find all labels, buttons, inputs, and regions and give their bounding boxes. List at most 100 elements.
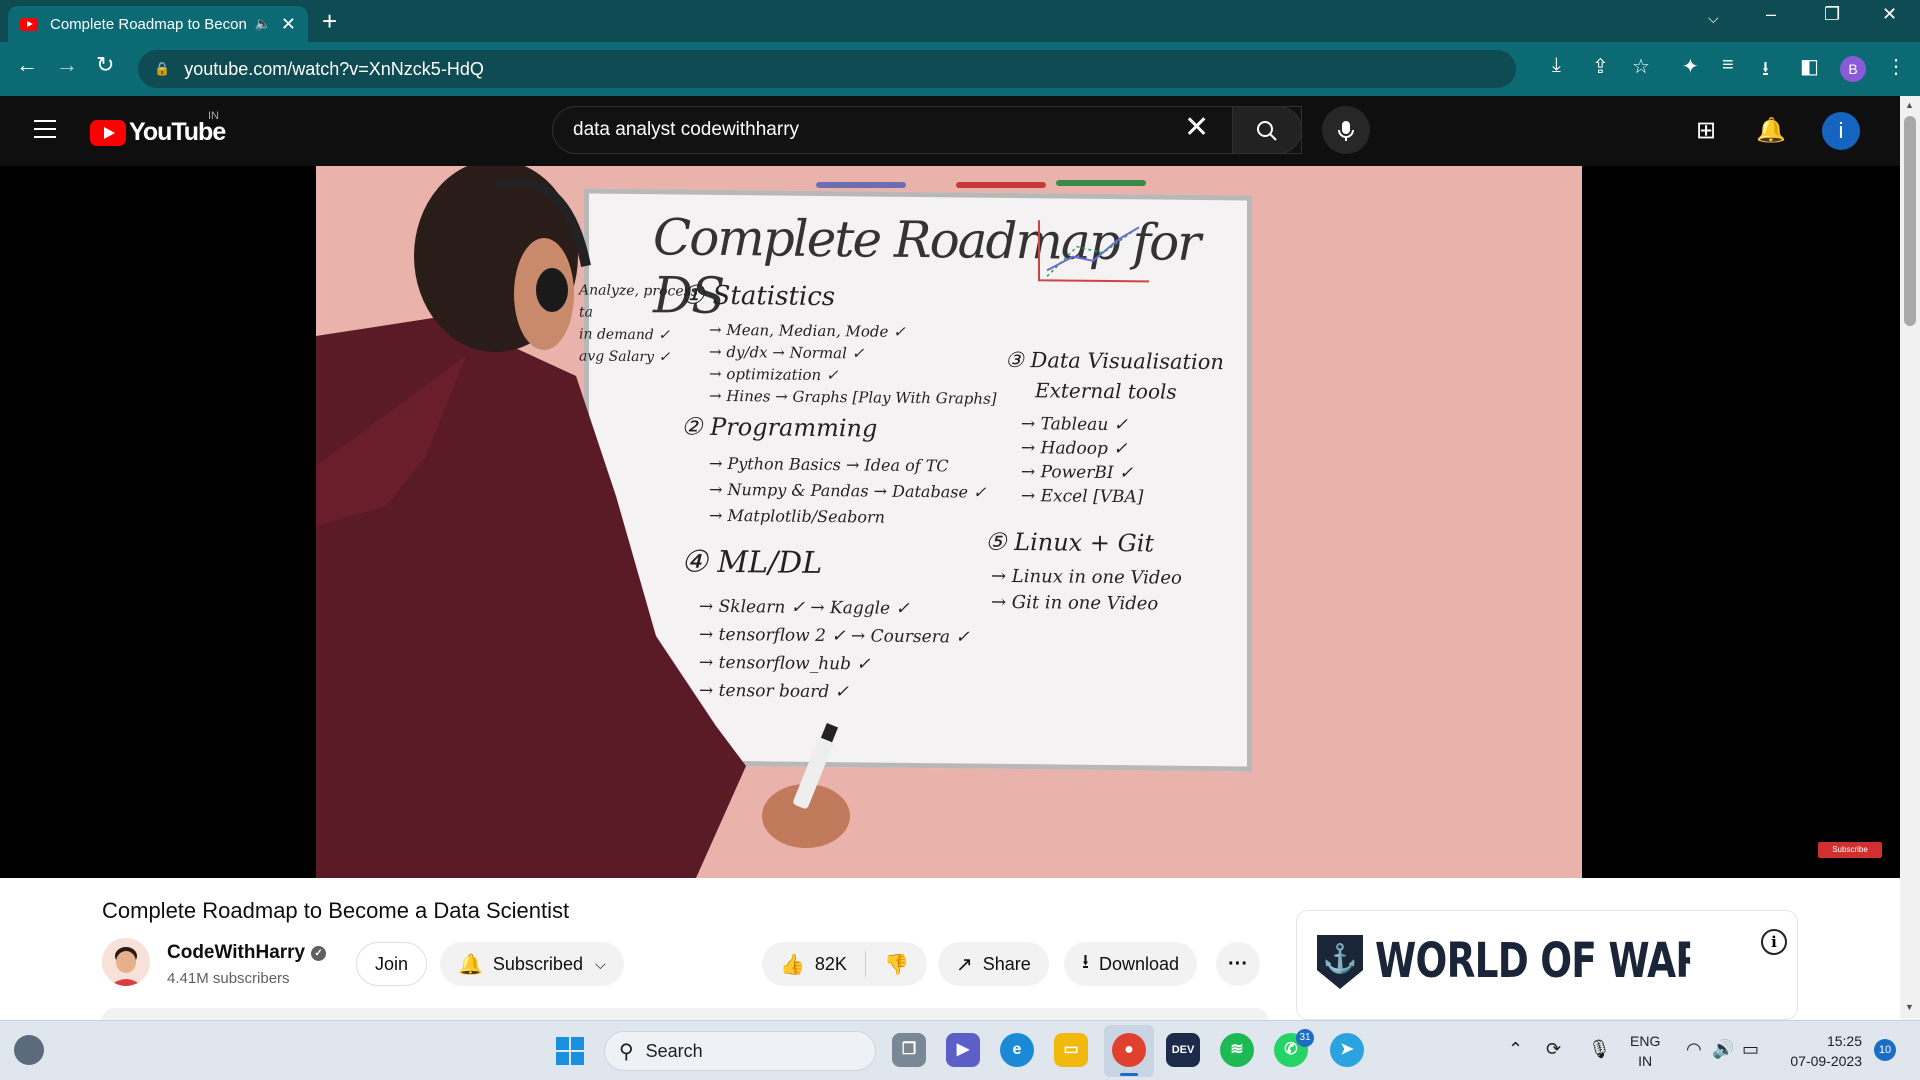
clock-date: 07-09-2023 <box>1790 1053 1862 1069</box>
file-explorer-icon[interactable]: ▭ <box>1054 1033 1088 1067</box>
join-button[interactable]: Join <box>356 942 428 986</box>
chrome-icon[interactable]: ● <box>1112 1033 1146 1067</box>
audio-playing-icon[interactable]: 🔈 <box>255 16 271 32</box>
create-video-icon[interactable]: ⊞ <box>1696 116 1716 145</box>
tab-search-chevron-icon[interactable]: ⌵ <box>1708 10 1719 27</box>
install-app-icon[interactable]: ⤓ <box>1552 54 1561 77</box>
volume-icon[interactable]: 🔊 <box>1712 1039 1734 1060</box>
description-box[interactable] <box>102 1008 1268 1020</box>
visualisation-subheading: External tools <box>1035 378 1177 404</box>
reload-icon[interactable]: ↻ <box>96 52 114 78</box>
thumbs-down-icon: 👎 <box>883 953 909 976</box>
voice-search-button[interactable] <box>1322 106 1370 154</box>
scroll-down-arrow-icon[interactable]: ▼ <box>1905 1002 1914 1012</box>
scroll-thumb[interactable] <box>1904 116 1916 326</box>
presenter-silhouette <box>316 166 850 878</box>
weather-icon[interactable] <box>14 1035 44 1065</box>
forward-arrow-icon[interactable]: → <box>56 52 78 78</box>
visualisation-items: → Tableau ✓ → Hadoop ✓ → PowerBI ✓ → Exc… <box>1021 414 1144 508</box>
back-arrow-icon[interactable]: ← <box>16 52 38 78</box>
taskbar-search[interactable]: ⚲ Search <box>604 1031 876 1071</box>
side-panel-icon[interactable]: ◧ <box>1800 54 1819 79</box>
telegram-icon[interactable]: ➤ <box>1330 1033 1364 1067</box>
notifications-bell-icon[interactable]: 🔔 <box>1756 116 1786 145</box>
visualisation-heading: ③ Data Visualisation <box>1005 347 1224 375</box>
share-arrow-icon: ↗ <box>956 953 973 976</box>
language-indicator[interactable]: ENG IN <box>1630 1031 1660 1071</box>
tab-title: Complete Roadmap to Becon <box>50 15 247 33</box>
marker-decor <box>1056 180 1146 186</box>
video-title: Complete Roadmap to Become a Data Scient… <box>102 898 570 923</box>
edge-icon[interactable]: e <box>1000 1033 1034 1067</box>
media-queue-icon[interactable]: ≡ <box>1722 54 1734 77</box>
battery-icon[interactable]: ▭ <box>1742 1039 1759 1060</box>
like-button[interactable]: 👍 82K <box>762 951 866 977</box>
teams-chat-icon[interactable]: ▶ <box>946 1033 980 1067</box>
task-view-icon[interactable]: ❐ <box>892 1033 926 1067</box>
channel-name-text: CodeWithHarry <box>167 942 306 963</box>
browser-menu-icon[interactable]: ⋮ <box>1886 54 1906 79</box>
profile-avatar[interactable]: B <box>1840 56 1866 82</box>
menu-hamburger-icon[interactable] <box>34 120 56 144</box>
window-close-icon[interactable]: ✕ <box>1882 4 1897 25</box>
share-page-icon[interactable]: ⇪ <box>1592 54 1609 79</box>
download-icon: ⭳ <box>1082 951 1089 973</box>
dislike-button[interactable]: 👎 <box>866 952 927 977</box>
clear-search-icon[interactable]: ✕ <box>1184 110 1209 145</box>
thumbs-up-icon: 👍 <box>780 953 805 976</box>
minimize-icon[interactable]: – <box>1766 4 1776 25</box>
anchor-logo-icon: ⚓ <box>1317 935 1363 989</box>
ad-banner[interactable]: ⚓ WORLD OF WARSHIPS i <box>1296 910 1798 1020</box>
subscribed-button[interactable]: 🔔 Subscribed ⌵ <box>440 942 624 986</box>
new-tab-button[interactable]: + <box>322 6 337 37</box>
microphone-icon[interactable]: 🎙 <box>1588 1039 1611 1060</box>
restore-icon[interactable]: ❐ <box>1824 4 1840 25</box>
youtube-logo[interactable]: YouTube IN <box>90 110 226 147</box>
show-hidden-icons-chevron-icon[interactable]: ⌃ <box>1508 1039 1523 1060</box>
taskbar-search-label: Search <box>645 1040 703 1061</box>
extensions-puzzle-icon[interactable]: ✦ <box>1682 54 1699 79</box>
search-query-text: data analyst codewithharry <box>573 119 800 140</box>
more-dots-icon: ··· <box>1228 952 1248 975</box>
scroll-up-arrow-icon[interactable]: ▲ <box>1905 100 1914 110</box>
address-bar[interactable]: 🔒 youtube.com/watch?v=XnNzck5-HdQ <box>138 50 1516 88</box>
sync-icon[interactable]: ⟳ <box>1546 1039 1561 1060</box>
share-label: Share <box>982 953 1031 974</box>
start-button[interactable] <box>556 1037 584 1065</box>
linux-git-items: → Linux in one Video → Git in one Video <box>991 565 1182 615</box>
browser-toolbar: ← → ↻ 🔒 youtube.com/watch?v=XnNzck5-HdQ … <box>0 42 1920 96</box>
share-button[interactable]: ↗ Share <box>938 942 1049 986</box>
bookmark-star-icon[interactable]: ☆ <box>1632 54 1650 79</box>
logo-wordmark: YouTube <box>129 118 226 146</box>
video-player[interactable]: Complete Roadmap for DS Analyze, process… <box>0 166 1900 878</box>
search-button[interactable] <box>1232 106 1302 154</box>
lock-icon: 🔒 <box>154 61 171 76</box>
clock-time: 15:25 <box>1826 1033 1862 1049</box>
account-avatar[interactable]: i <box>1822 112 1860 150</box>
like-count: 82K <box>814 953 847 974</box>
browser-tab[interactable]: Complete Roadmap to Becon 🔈 ✕ <box>8 6 308 42</box>
clock[interactable]: 15:25 07-09-2023 <box>1780 1031 1862 1071</box>
more-actions-button[interactable]: ··· <box>1216 942 1260 986</box>
close-tab-icon[interactable]: ✕ <box>281 14 296 35</box>
notification-count-badge[interactable]: 10 <box>1874 1039 1896 1061</box>
subscribe-watermark[interactable]: Subscribe <box>1818 842 1882 858</box>
downloads-icon[interactable]: ⭳ <box>1762 54 1769 88</box>
search-icon <box>1257 121 1277 141</box>
spotify-icon[interactable]: ≋ <box>1220 1033 1254 1067</box>
board-chart-doodle <box>1038 220 1149 283</box>
dev-app-icon[interactable]: DEV <box>1166 1033 1200 1067</box>
region-code: IN <box>208 110 219 122</box>
download-button[interactable]: ⭳ Download <box>1064 942 1198 986</box>
bell-icon: 🔔 <box>458 953 483 976</box>
channel-avatar[interactable] <box>102 938 150 986</box>
wifi-icon[interactable]: ◠ <box>1686 1039 1702 1060</box>
lang-code: ENG <box>1630 1033 1661 1049</box>
ad-text: WORLD OF WARSHIPS <box>1375 933 1690 989</box>
ad-info-icon[interactable]: i <box>1761 929 1787 955</box>
page-scrollbar[interactable]: ▲ ▼ <box>1900 96 1920 1020</box>
subscribed-label: Subscribed <box>492 953 583 974</box>
channel-name[interactable]: CodeWithHarry ✓ <box>167 942 327 964</box>
youtube-header: YouTube IN data analyst codewithharry ✕ … <box>0 96 1900 166</box>
channel-avatar-image <box>102 938 150 986</box>
